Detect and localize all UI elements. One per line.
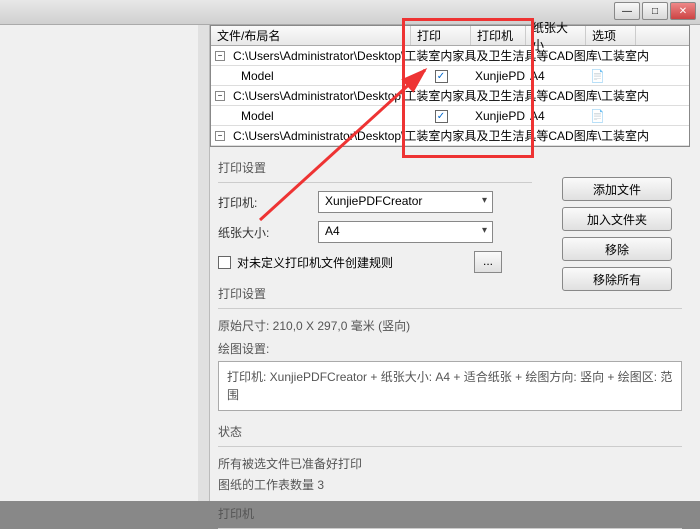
status-sheets: 图纸的工作表数量 3 <box>218 476 682 493</box>
titlebar: — □ ✕ <box>0 0 700 25</box>
row-name: Model <box>211 108 411 124</box>
table-header: 文件/布局名 打印 打印机 纸张大小 选项 <box>211 26 689 46</box>
section-title: 状态 <box>218 423 682 440</box>
add-file-button[interactable]: 添加文件 <box>562 177 672 201</box>
printer-footer-section: 打印机 <box>210 505 690 529</box>
row-paper: A4 <box>526 68 586 84</box>
main-content: 文件/布局名 打印 打印机 纸张大小 选项 − C:\Users\Adminis… <box>210 25 690 501</box>
section-title: 打印机 <box>218 505 682 522</box>
table-row-group[interactable]: − C:\Users\Administrator\Desktop\工装室内家具及… <box>211 126 689 146</box>
status-section: 状态 所有被选文件已准备好打印 图纸的工作表数量 3 <box>210 423 690 493</box>
group-path: C:\Users\Administrator\Desktop\工装室内家具及卫生… <box>229 46 689 65</box>
print-info-section: 打印设置 原始尺寸: 210,0 X 297,0 毫米 (竖向) 绘图设置: 打… <box>210 285 690 411</box>
collapse-icon[interactable]: − <box>215 131 225 141</box>
close-button[interactable]: ✕ <box>670 2 696 20</box>
row-printer: XunjiePDF <box>471 68 526 84</box>
left-panel-edge <box>198 25 210 501</box>
row-options-icon[interactable]: 📄 <box>586 68 636 84</box>
row-printer: XunjiePDF <box>471 108 526 124</box>
printer-label: 打印机: <box>218 194 318 211</box>
row-paper: A4 <box>526 108 586 124</box>
orig-size: 原始尺寸: 210,0 X 297,0 毫米 (竖向) <box>218 317 682 334</box>
header-print[interactable]: 打印 <box>411 26 471 45</box>
header-paper[interactable]: 纸张大小 <box>526 26 586 45</box>
draw-settings-value: 打印机: XunjiePDFCreator + 纸张大小: A4 + 适合纸张 … <box>218 361 682 411</box>
table-row[interactable]: Model ✓ XunjiePDF A4 📄 <box>211 66 689 86</box>
group-path: C:\Users\Administrator\Desktop\工装室内家具及卫生… <box>229 126 689 145</box>
maximize-button[interactable]: □ <box>642 2 668 20</box>
header-printer[interactable]: 打印机 <box>471 26 526 45</box>
undef-rule-checkbox[interactable] <box>218 256 231 269</box>
row-name: Model <box>211 68 411 84</box>
remove-button[interactable]: 移除 <box>562 237 672 261</box>
dialog-window: — □ ✕ 文件/布局名 打印 打印机 纸张大小 选项 − C:\Users\A… <box>0 0 700 501</box>
collapse-icon[interactable]: − <box>215 51 225 61</box>
remove-all-button[interactable]: 移除所有 <box>562 267 672 291</box>
add-folder-button[interactable]: 加入文件夹 <box>562 207 672 231</box>
collapse-icon[interactable]: − <box>215 91 225 101</box>
section-title: 打印设置 <box>218 159 532 176</box>
undef-rule-label: 对未定义打印机文件创建规则 <box>237 254 393 271</box>
browse-button[interactable]: ... <box>474 251 502 273</box>
file-table: 文件/布局名 打印 打印机 纸张大小 选项 − C:\Users\Adminis… <box>210 25 690 147</box>
status-ready: 所有被选文件已准备好打印 <box>218 455 682 472</box>
printer-select[interactable]: XunjiePDFCreator <box>318 191 493 213</box>
minimize-button[interactable]: — <box>614 2 640 20</box>
paper-select[interactable]: A4 <box>318 221 493 243</box>
header-name[interactable]: 文件/布局名 <box>211 26 411 45</box>
action-buttons: 添加文件 加入文件夹 移除 移除所有 <box>562 177 672 291</box>
row-options-icon[interactable]: 📄 <box>586 108 636 124</box>
group-path: C:\Users\Administrator\Desktop\工装室内家具及卫生… <box>229 86 689 105</box>
print-checkbox[interactable]: ✓ <box>435 70 448 83</box>
print-checkbox[interactable]: ✓ <box>435 110 448 123</box>
table-row-group[interactable]: − C:\Users\Administrator\Desktop\工装室内家具及… <box>211 46 689 66</box>
table-row[interactable]: Model ✓ XunjiePDF A4 📄 <box>211 106 689 126</box>
header-options[interactable]: 选项 <box>586 26 636 45</box>
draw-settings-label: 绘图设置: <box>218 340 682 357</box>
print-settings-section: 打印设置 打印机: XunjiePDFCreator 纸张大小: A4 对未定义… <box>210 159 540 273</box>
table-row-group[interactable]: − C:\Users\Administrator\Desktop\工装室内家具及… <box>211 86 689 106</box>
paper-label: 纸张大小: <box>218 224 318 241</box>
